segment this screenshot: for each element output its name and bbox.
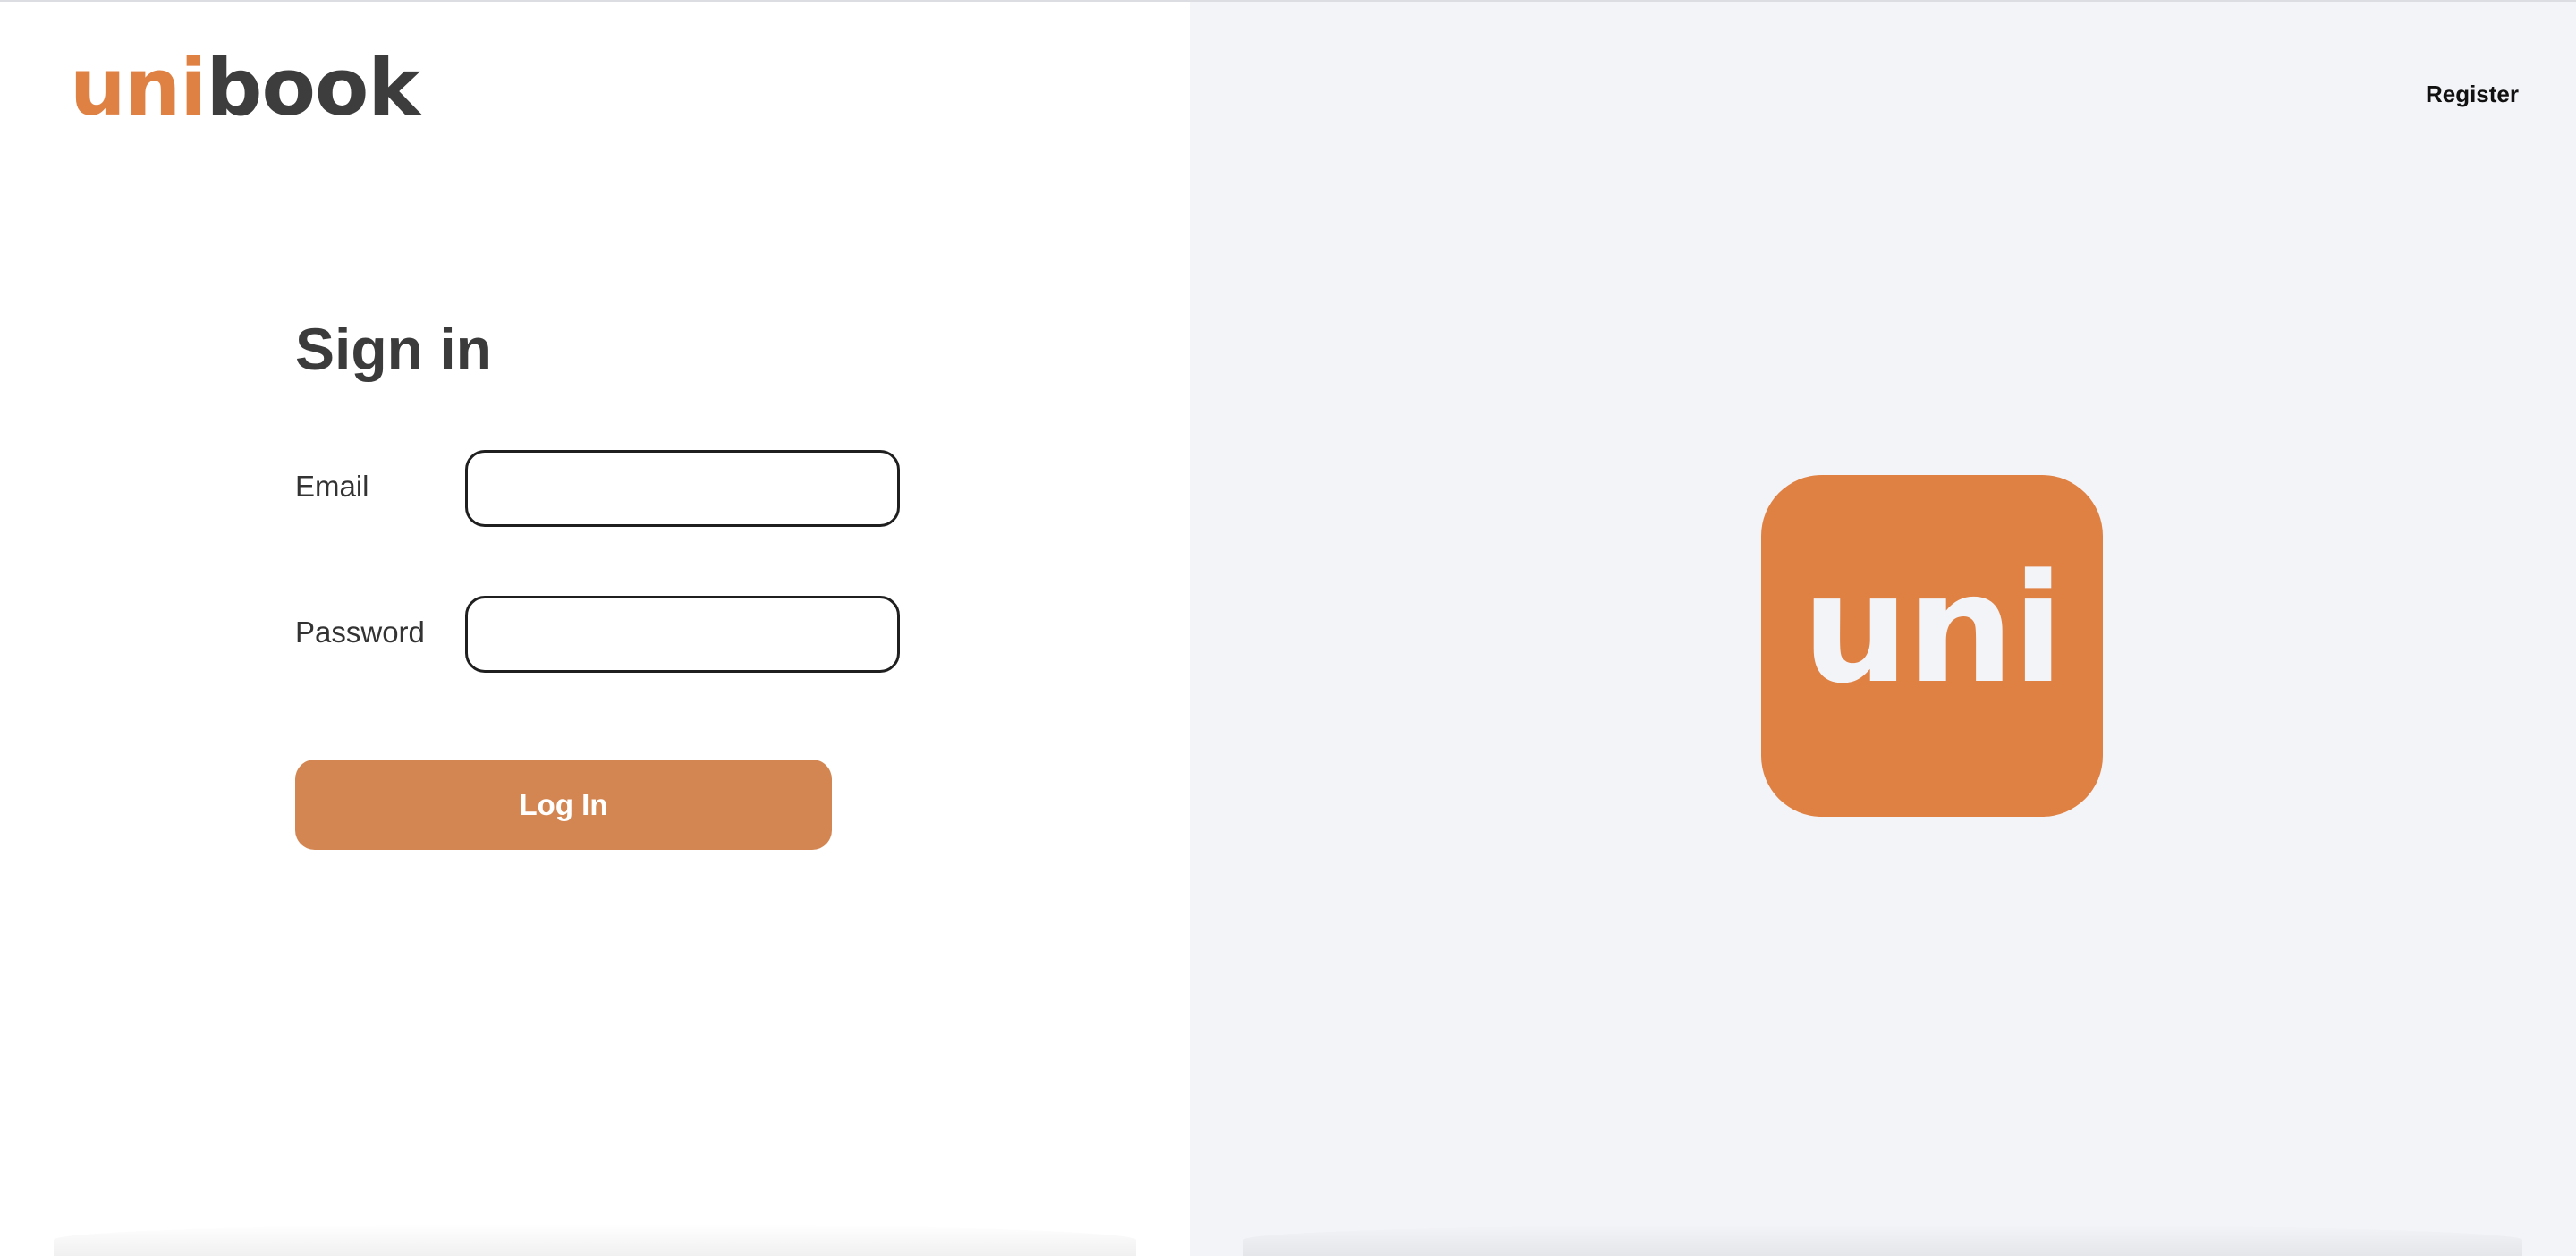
right-panel: Register uni bbox=[1190, 2, 2576, 1256]
page-title: Sign in bbox=[295, 316, 492, 382]
unibook-logo[interactable]: unibook bbox=[70, 48, 420, 127]
bottom-shadow bbox=[54, 1224, 1136, 1256]
bottom-shadow-right bbox=[1243, 1224, 2522, 1256]
password-field[interactable] bbox=[465, 596, 900, 673]
email-field[interactable] bbox=[465, 450, 900, 527]
password-label: Password bbox=[295, 615, 425, 649]
logo-book-text: book bbox=[206, 41, 419, 133]
left-panel: unibook Sign in Email Password Log In bbox=[0, 2, 1190, 1256]
uni-app-icon: uni bbox=[1761, 475, 2103, 817]
login-page: unibook Sign in Email Password Log In Re… bbox=[0, 0, 2576, 1256]
register-link[interactable]: Register bbox=[2426, 81, 2519, 108]
app-icon-text: uni bbox=[1801, 541, 2064, 717]
login-button[interactable]: Log In bbox=[295, 760, 832, 850]
email-label: Email bbox=[295, 470, 369, 503]
logo-uni-text: uni bbox=[70, 41, 207, 133]
